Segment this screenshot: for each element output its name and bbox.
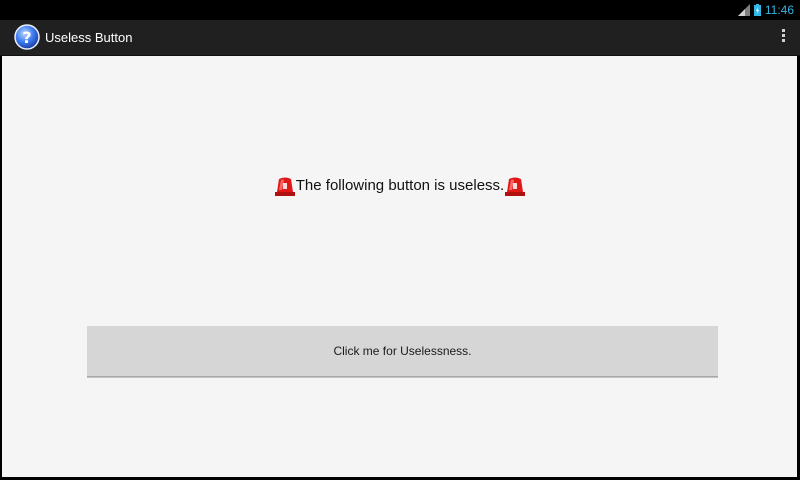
overflow-menu-icon[interactable] — [780, 29, 786, 47]
status-indicators: 11:46 — [737, 3, 794, 17]
alarm-light-icon — [505, 177, 526, 196]
app-title: Useless Button — [45, 30, 133, 45]
question-icon[interactable]: ? — [14, 24, 40, 50]
message-text: The following button is useless. — [295, 177, 505, 194]
alarm-light-icon — [274, 177, 295, 196]
signal-icon — [737, 4, 750, 16]
status-clock: 11:46 — [764, 3, 794, 17]
message-row: The following button is useless. — [0, 174, 800, 198]
status-bar: 11:46 — [0, 0, 800, 20]
useless-button[interactable]: Click me for Uselessness. — [87, 326, 718, 377]
svg-text:?: ? — [22, 28, 31, 47]
content-area: The following button is useless. Click m… — [2, 56, 797, 477]
action-bar: ? Useless Button — [0, 20, 800, 56]
battery-icon — [753, 4, 761, 16]
android-screen: 11:46 ? Useless Button The following but… — [0, 0, 800, 480]
